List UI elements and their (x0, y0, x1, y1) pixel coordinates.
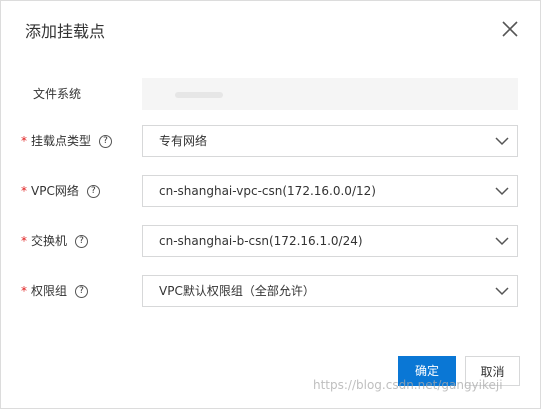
mount-type-label: 挂载点类型 (31, 134, 92, 148)
permission-group-label: 权限组 (31, 284, 68, 298)
chevron-down-icon (495, 185, 509, 197)
required-mark: * (21, 134, 27, 148)
required-mark: * (21, 284, 27, 298)
vswitch-value: cn-shanghai-b-csn(172.16.1.0/24) (159, 234, 363, 248)
required-mark: * (21, 184, 27, 198)
vswitch-row: * 交换机 ? cn-shanghai-b-csn(172.16.1.0/24) (1, 225, 540, 257)
required-mark: * (21, 234, 27, 248)
chevron-down-icon (495, 235, 509, 247)
blurred-text (175, 92, 223, 98)
permission-group-select[interactable]: VPC默认权限组（全部允许） (142, 275, 518, 307)
vpc-label: VPC网络 (31, 184, 79, 198)
dialog-title: 添加挂载点 (25, 22, 106, 41)
mount-type-select[interactable]: 专有网络 (142, 125, 518, 157)
vswitch-select[interactable]: cn-shanghai-b-csn(172.16.1.0/24) (142, 225, 518, 257)
vpc-value: cn-shanghai-vpc-csn(172.16.0.0/12) (159, 184, 376, 198)
permission-group-value: VPC默认权限组（全部允许） (159, 284, 315, 298)
vswitch-label: 交换机 (31, 234, 68, 248)
file-system-label: 文件系统 (33, 87, 82, 101)
add-mount-point-dialog: 添加挂载点 文件系统 * 挂载点类型 ? 专有网络 * VPC网络 ? cn-s… (0, 0, 541, 409)
permission-group-row: * 权限组 ? VPC默认权限组（全部允许） (1, 275, 540, 307)
file-system-row: 文件系统 (1, 78, 540, 110)
help-icon[interactable]: ? (75, 234, 89, 248)
vpc-select[interactable]: cn-shanghai-vpc-csn(172.16.0.0/12) (142, 175, 518, 207)
close-icon[interactable] (500, 19, 520, 39)
watermark: https://blog.csdn.net/gangyikeji (313, 378, 503, 392)
chevron-down-icon (495, 135, 509, 147)
mount-type-row: * 挂载点类型 ? 专有网络 (1, 125, 540, 157)
chevron-down-icon (495, 285, 509, 297)
help-icon[interactable]: ? (86, 184, 100, 198)
help-icon[interactable]: ? (75, 284, 89, 298)
vpc-row: * VPC网络 ? cn-shanghai-vpc-csn(172.16.0.0… (1, 175, 540, 207)
help-icon[interactable]: ? (99, 134, 113, 148)
file-system-value (142, 78, 518, 110)
mount-type-value: 专有网络 (159, 134, 208, 148)
